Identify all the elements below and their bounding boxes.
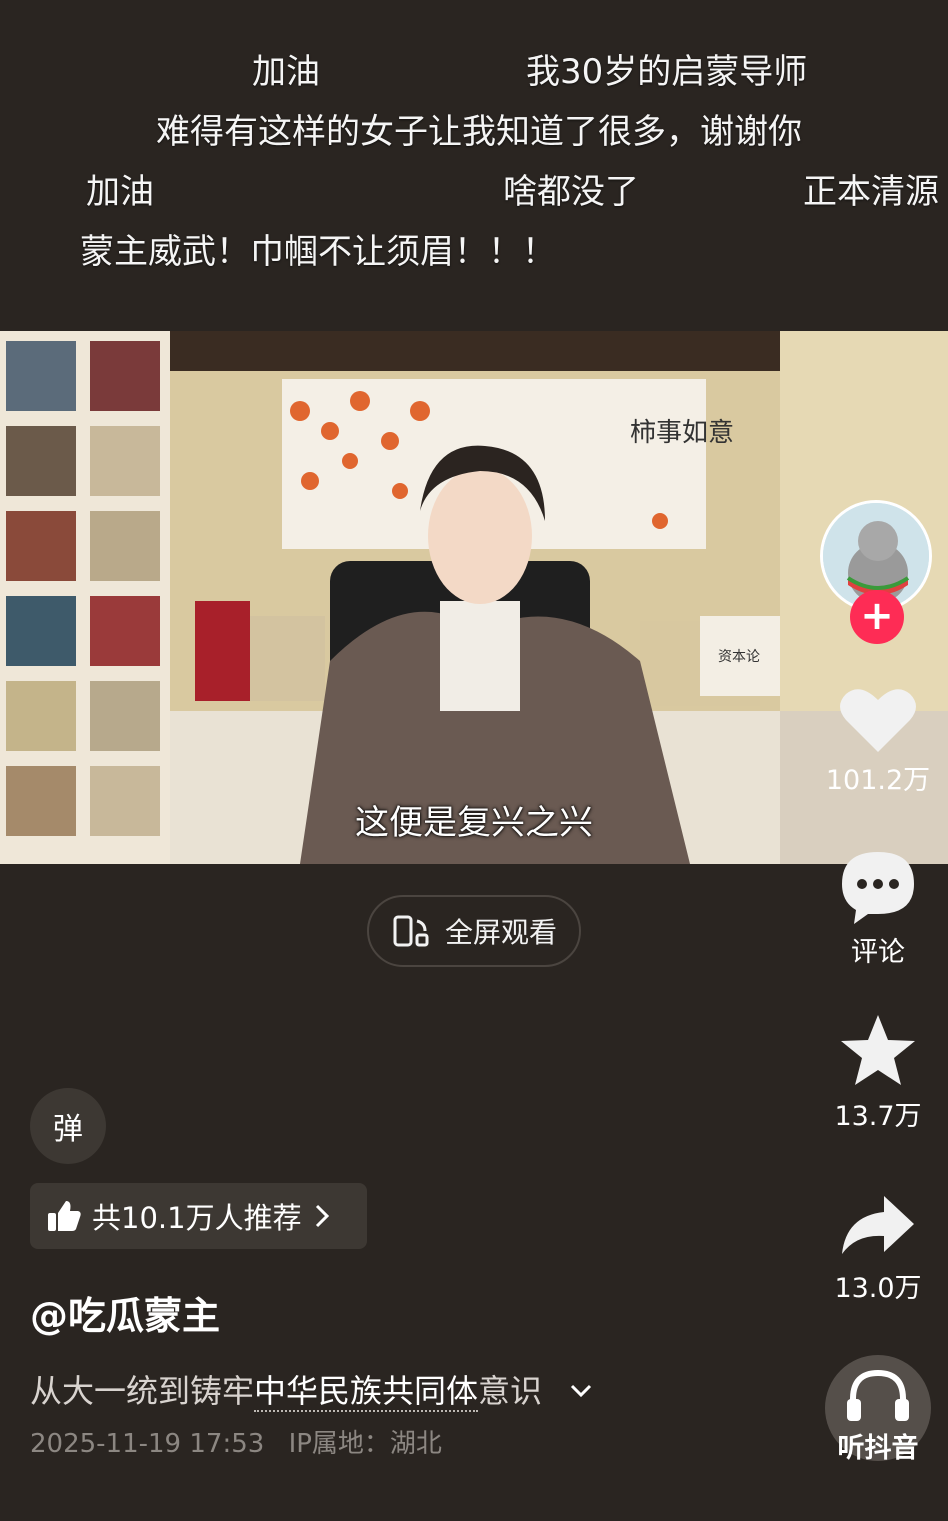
video-subtitle: 这便是复兴之兴 — [355, 803, 593, 843]
danmaku-comment: 难得有这样的女子让我知道了很多，谢谢你 — [156, 112, 802, 152]
danmaku-comment: 我30岁的启蒙导师 — [526, 52, 808, 92]
chevron-right-icon — [315, 1204, 329, 1228]
danmaku-toggle-button[interactable]: 弹 — [30, 1088, 106, 1164]
star-icon — [841, 1015, 915, 1085]
share-arrow-icon — [842, 1196, 914, 1254]
follow-button[interactable]: + — [850, 590, 904, 644]
recommend-pill[interactable]: 共10.1万人推荐 — [30, 1183, 367, 1249]
post-timestamp: 2025-11-19 17:53 — [30, 1429, 265, 1459]
share-button[interactable]: 13.0万 — [818, 1192, 938, 1305]
listen-label: 听抖音 — [837, 1433, 919, 1464]
danmaku-comment: 加油 — [86, 172, 154, 212]
video-player[interactable]: 柿事如意 资本论 这便是复兴之兴 — [0, 331, 948, 864]
danmaku-comment: 正本清源 — [803, 172, 939, 212]
like-button[interactable]: 101.2万 — [818, 684, 938, 797]
description-prefix: 从大一统到铸牢 — [30, 1372, 255, 1410]
share-count: 13.0万 — [834, 1273, 922, 1304]
fullscreen-button[interactable]: 全屏观看 — [367, 895, 581, 967]
fullscreen-label: 全屏观看 — [444, 916, 557, 949]
post-meta: 2025-11-19 17:53 IP属地：湖北 — [30, 1423, 442, 1460]
rotate-screen-icon — [393, 915, 429, 947]
author-username[interactable]: @吃瓜蒙主 — [30, 1285, 220, 1340]
comment-button[interactable]: 评论 — [818, 848, 938, 969]
description-topic-link[interactable]: 中华民族共同体 — [254, 1372, 479, 1412]
favorite-button[interactable]: 13.7万 — [818, 1012, 938, 1133]
ip-location: IP属地：湖北 — [288, 1429, 442, 1459]
comment-bubble-icon — [842, 852, 914, 924]
headphones-icon — [847, 1369, 909, 1421]
danmaku-toggle-label: 弹 — [53, 1112, 83, 1147]
heart-icon — [840, 689, 916, 752]
danmaku-comment: 加油 — [252, 52, 320, 92]
chevron-down-icon[interactable] — [566, 1380, 596, 1402]
video-description[interactable]: 从大一统到铸牢中华民族共同体意识 — [30, 1366, 596, 1412]
like-count: 101.2万 — [825, 765, 931, 796]
thumbs-up-icon — [48, 1201, 81, 1231]
favorite-count: 13.7万 — [834, 1101, 922, 1132]
video-frame-illustration: 柿事如意 资本论 — [0, 331, 948, 864]
danmaku-comment: 蒙主威武！巾帼不让须眉！！！ — [80, 232, 556, 272]
scroll-text: 柿事如意 — [630, 418, 734, 448]
comment-label: 评论 — [851, 937, 905, 968]
recommend-text: 共10.1万人推荐 — [92, 1201, 302, 1235]
danmaku-comment: 啥都没了 — [503, 172, 639, 212]
description-suffix: 意识 — [478, 1372, 543, 1410]
book-label: 资本论 — [718, 649, 760, 665]
